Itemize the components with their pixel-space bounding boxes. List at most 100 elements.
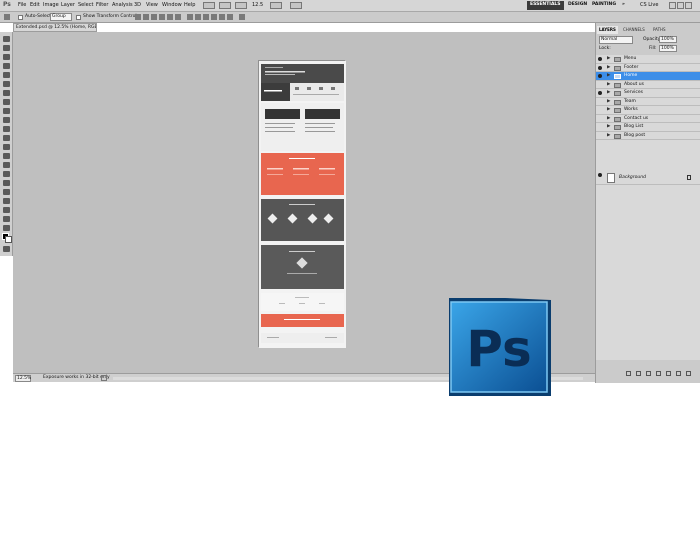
- menu-3d[interactable]: 3D: [134, 2, 141, 8]
- expand-arrow-icon[interactable]: ▶: [607, 82, 610, 87]
- layer-style-icon[interactable]: [636, 371, 641, 376]
- maximize-icon[interactable]: [677, 2, 684, 9]
- tab-paths[interactable]: PATHS: [651, 26, 668, 34]
- layer-services[interactable]: ▶ Services: [596, 89, 700, 98]
- menu-layer[interactable]: Layer: [61, 2, 75, 8]
- workspace-essentials[interactable]: ESSENTIALS: [527, 1, 564, 10]
- distribute-top-icon[interactable]: [187, 14, 193, 20]
- arrange-documents-icon[interactable]: [290, 2, 302, 9]
- align-right-icon[interactable]: [175, 14, 181, 20]
- blur-tool-icon[interactable]: [3, 144, 10, 150]
- eye-icon[interactable]: [598, 117, 602, 121]
- expand-arrow-icon[interactable]: ▶: [607, 99, 610, 104]
- eye-icon[interactable]: [598, 91, 602, 95]
- eye-icon[interactable]: [598, 65, 602, 70]
- history-brush-tool-icon[interactable]: [3, 117, 10, 123]
- pen-tool-icon[interactable]: [3, 162, 10, 168]
- shape-tool-icon[interactable]: [3, 189, 10, 195]
- expand-arrow-icon[interactable]: ▶: [607, 124, 610, 129]
- menu-edit[interactable]: Edit: [30, 2, 40, 8]
- auto-select-checkbox[interactable]: [18, 15, 23, 20]
- gradient-tool-icon[interactable]: [3, 135, 10, 141]
- mini-bridge-icon[interactable]: [219, 2, 231, 9]
- lasso-tool-icon[interactable]: [3, 54, 10, 60]
- document-tab[interactable]: Extended.psd @ 12.5% (Home, RGB/8) *: [13, 23, 97, 32]
- background-color-swatch[interactable]: [5, 236, 12, 243]
- zoom-level[interactable]: 12.5: [252, 2, 263, 8]
- path-select-tool-icon[interactable]: [3, 180, 10, 186]
- layer-blog-list[interactable]: ▶ Blog List: [596, 123, 700, 132]
- view-extras-icon[interactable]: [235, 2, 247, 9]
- layer-footer[interactable]: ▶ Footer: [596, 64, 700, 72]
- auto-align-icon[interactable]: [239, 14, 245, 20]
- menu-analysis[interactable]: Analysis: [112, 2, 133, 8]
- menu-select[interactable]: Select: [78, 2, 93, 8]
- layer-menu[interactable]: ▶ Menu: [596, 55, 700, 64]
- opacity-input[interactable]: 100%: [659, 36, 677, 43]
- document-artwork[interactable]: [258, 60, 346, 348]
- expand-arrow-icon[interactable]: ▶: [607, 90, 610, 95]
- eye-icon[interactable]: [598, 100, 602, 104]
- type-tool-icon[interactable]: [3, 171, 10, 177]
- menu-view[interactable]: View: [146, 2, 158, 8]
- distribute-left-icon[interactable]: [211, 14, 217, 20]
- add-mask-icon[interactable]: [646, 371, 651, 376]
- zoom-field[interactable]: 12.5%: [15, 375, 31, 382]
- layer-blog-post[interactable]: ▶ Blog post: [596, 132, 700, 140]
- move-tool-icon[interactable]: [4, 14, 10, 20]
- layer-background[interactable]: Background: [596, 171, 700, 185]
- link-layers-icon[interactable]: [626, 371, 631, 376]
- new-layer-icon[interactable]: [676, 371, 681, 376]
- hand-tool-icon[interactable]: [3, 216, 10, 222]
- hand-tool-icon[interactable]: [270, 2, 282, 9]
- layer-contact-us[interactable]: ▶ Contact us: [596, 115, 700, 123]
- clone-stamp-tool-icon[interactable]: [3, 108, 10, 114]
- move-tool-icon[interactable]: [3, 36, 10, 42]
- menu-window[interactable]: Window: [162, 2, 182, 8]
- align-bottom-icon[interactable]: [151, 14, 157, 20]
- layer-home[interactable]: ▶ Home: [596, 72, 700, 81]
- eye-icon[interactable]: [598, 74, 602, 78]
- align-middle-icon[interactable]: [143, 14, 149, 20]
- cs-live-button[interactable]: CS Live: [640, 2, 658, 8]
- adjustment-layer-icon[interactable]: [656, 371, 661, 376]
- expand-arrow-icon[interactable]: ▶: [607, 107, 610, 112]
- quick-select-tool-icon[interactable]: [3, 63, 10, 69]
- brush-tool-icon[interactable]: [3, 99, 10, 105]
- minimize-icon[interactable]: [669, 2, 676, 9]
- auto-select-dropdown[interactable]: Group: [50, 13, 72, 21]
- workspace-design[interactable]: DESIGN: [565, 1, 590, 10]
- eye-icon[interactable]: [598, 57, 602, 61]
- workspace-painting[interactable]: PAINTING: [589, 1, 619, 10]
- eye-icon[interactable]: [598, 108, 602, 112]
- tab-channels[interactable]: CHANNELS: [621, 26, 647, 34]
- bridge-icon[interactable]: [203, 2, 215, 9]
- expand-arrow-icon[interactable]: ▶: [607, 73, 610, 78]
- eye-icon[interactable]: [598, 134, 602, 138]
- healing-brush-tool-icon[interactable]: [3, 90, 10, 96]
- menu-filter[interactable]: Filter: [96, 2, 108, 8]
- layer-about-us[interactable]: ▶ About us: [596, 81, 700, 89]
- eraser-tool-icon[interactable]: [3, 126, 10, 132]
- 3d-rotate-tool-icon[interactable]: [3, 198, 10, 204]
- menu-image[interactable]: Image: [43, 2, 59, 8]
- distribute-middle-icon[interactable]: [195, 14, 201, 20]
- align-left-icon[interactable]: [159, 14, 165, 20]
- menu-help[interactable]: Help: [184, 2, 195, 8]
- close-icon[interactable]: [685, 2, 692, 9]
- layer-team[interactable]: ▶ Team: [596, 98, 700, 106]
- layer-works[interactable]: ▶ Works: [596, 106, 700, 115]
- marquee-tool-icon[interactable]: [3, 45, 10, 51]
- fill-input[interactable]: 100%: [659, 45, 677, 52]
- show-transform-checkbox[interactable]: [76, 15, 81, 20]
- eye-icon[interactable]: [598, 125, 602, 129]
- dodge-tool-icon[interactable]: [3, 153, 10, 159]
- menu-file[interactable]: File: [18, 2, 26, 8]
- zoom-tool-icon[interactable]: [3, 225, 10, 231]
- expand-arrow-icon[interactable]: ▶: [607, 116, 610, 121]
- blend-mode-dropdown[interactable]: Normal: [599, 36, 633, 44]
- quick-mask-icon[interactable]: [3, 246, 10, 252]
- crop-tool-icon[interactable]: [3, 72, 10, 78]
- trash-icon[interactable]: [686, 371, 691, 376]
- 3d-orbit-tool-icon[interactable]: [3, 207, 10, 213]
